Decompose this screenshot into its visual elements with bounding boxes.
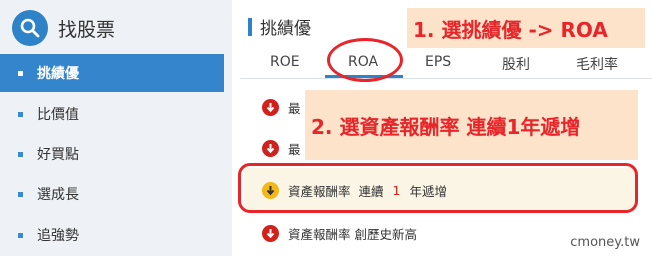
annotation-step-1: 1. 選挑績優 -> ROA [407,8,645,48]
sidebar-item-momentum[interactable]: 追強勢 [0,216,224,254]
bullet-icon [18,191,23,197]
sidebar-item-growth[interactable]: 選成長 [0,175,224,213]
list-item-label: 最 [288,101,301,116]
page-title-text: 挑績優 [260,19,311,39]
search-icon [12,10,48,46]
roa-tab-highlight-circle [327,38,403,82]
sidebar-item-picks[interactable]: 挑績優 [0,54,224,92]
sidebar-item-label: 好買點 [37,147,79,163]
sidebar-item-label: 選成長 [37,187,79,203]
title-accent-bar [248,17,252,36]
tab-dividend[interactable]: 股利 [502,54,530,74]
list-item-label: 資產報酬率 創歷史新高 [288,227,417,242]
sidebar-item-buy-point[interactable]: 好買點 [0,135,224,173]
sidebar: 找股票 挑績優 比價值 好買點 選成長 追強勢 [0,0,232,256]
sidebar-item-label: 比價值 [37,107,79,123]
arrow-down-icon [262,140,279,157]
tab-bar: ROE ROA EPS 股利 毛利率 [250,48,650,78]
tab-eps[interactable]: EPS [425,54,451,70]
annotation-step-2: 2. 選資產報酬率 連續1年遞增 [305,90,638,160]
list-item[interactable]: 最 [262,98,301,117]
bullet-icon [18,151,23,157]
bullet-icon [18,70,23,76]
list-item-label: 最 [288,142,301,157]
arrow-down-icon [262,225,279,242]
sidebar-item-label: 挑績優 [37,66,79,82]
watermark: cmoney.tw [570,235,640,250]
bullet-icon [18,111,23,117]
row-highlight-outline [238,163,638,213]
arrow-down-icon [262,99,279,116]
sidebar-item-value[interactable]: 比價值 [0,95,224,133]
list-item[interactable]: 最 [262,139,301,158]
sidebar-item-label: 追強勢 [37,228,79,244]
tab-gross-margin[interactable]: 毛利率 [576,54,618,74]
list-item[interactable]: 資產報酬率 創歷史新高 [262,224,417,243]
sidebar-header: 找股票 [12,10,115,46]
sidebar-title: 找股票 [58,18,116,41]
page-title: 挑績優 [248,14,311,39]
tab-roe[interactable]: ROE [270,54,300,70]
bullet-icon [18,232,23,238]
tab-divider [240,78,652,79]
